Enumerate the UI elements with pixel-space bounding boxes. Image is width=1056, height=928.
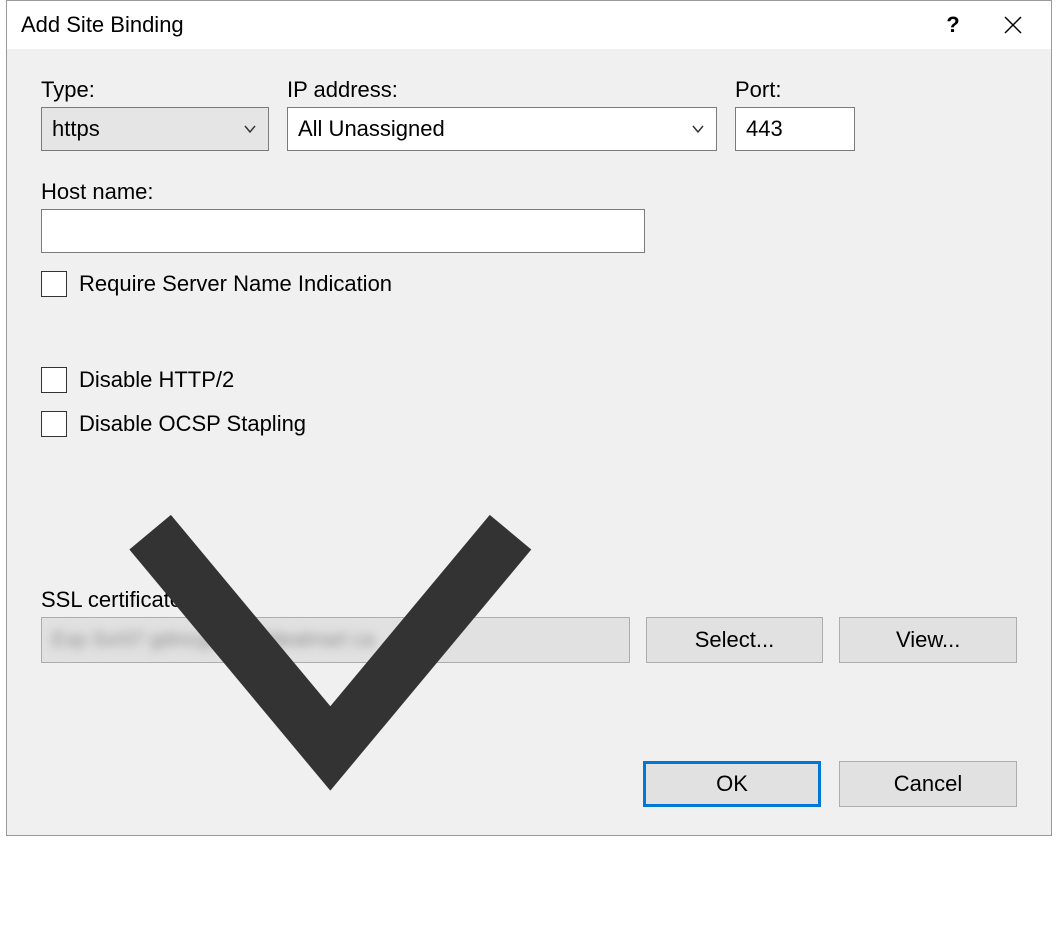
chevron-down-icon xyxy=(690,121,706,137)
close-icon xyxy=(1003,15,1023,35)
hostname-label: Host name: xyxy=(41,179,645,205)
ok-button[interactable]: OK xyxy=(643,761,821,807)
port-label: Port: xyxy=(735,77,855,103)
help-button[interactable]: ? xyxy=(923,1,983,49)
type-combo[interactable]: https xyxy=(41,107,269,151)
type-label: Type: xyxy=(41,77,269,103)
cancel-button[interactable]: Cancel xyxy=(839,761,1017,807)
type-value: https xyxy=(52,116,242,142)
port-input[interactable] xyxy=(735,107,855,151)
hostname-input[interactable] xyxy=(41,209,645,253)
close-button[interactable] xyxy=(983,1,1043,49)
ssl-cert-combo[interactable]: Exp Svr07 gdmcgv gooddealmart ca xyxy=(41,617,630,663)
ip-label: IP address: xyxy=(287,77,717,103)
select-button[interactable]: Select... xyxy=(646,617,824,663)
dialog-content: Type: https IP address: All Unassigned xyxy=(7,49,1051,835)
add-site-binding-dialog: Add Site Binding ? Type: https IP addres… xyxy=(6,0,1052,836)
ip-value: All Unassigned xyxy=(298,116,690,142)
require-sni-label: Require Server Name Indication xyxy=(79,271,392,297)
dialog-title: Add Site Binding xyxy=(21,12,923,38)
chevron-down-icon xyxy=(242,121,258,137)
require-sni-checkbox[interactable] xyxy=(41,271,67,297)
ip-combo[interactable]: All Unassigned xyxy=(287,107,717,151)
titlebar: Add Site Binding ? xyxy=(7,1,1051,49)
view-button[interactable]: View... xyxy=(839,617,1017,663)
